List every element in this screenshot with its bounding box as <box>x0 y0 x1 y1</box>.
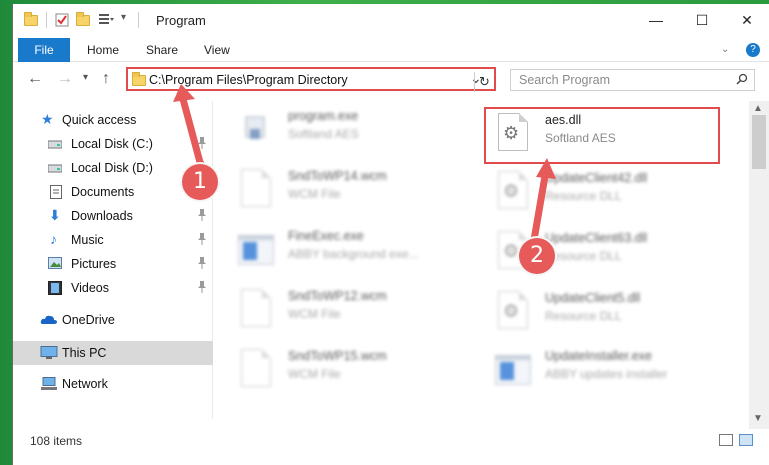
annotation-badge-2: 2 <box>519 238 555 274</box>
annotation-badge-1: 1 <box>182 164 218 200</box>
annotation-arrows <box>173 84 556 244</box>
explorer-window: ▾ Program — ☐ ✕ File Home Share View ⌄ ?… <box>12 4 769 465</box>
